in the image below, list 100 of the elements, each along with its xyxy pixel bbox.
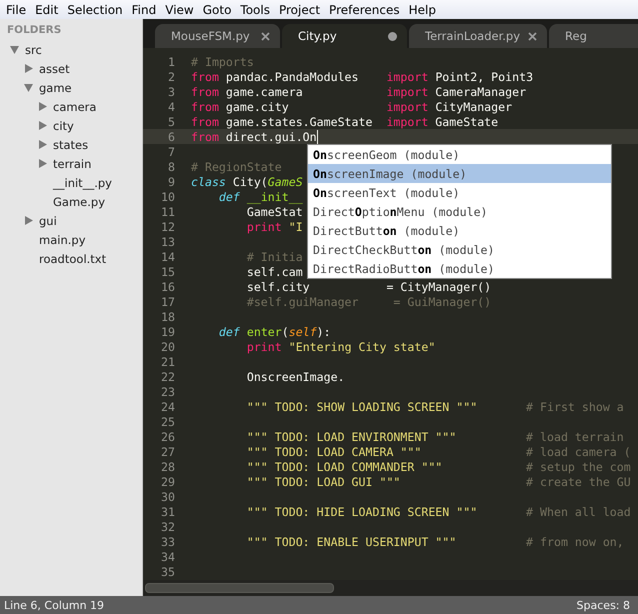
code-text: CameraManager <box>434 84 526 98</box>
autocomplete-item[interactable]: DirectOptionMenu (module) <box>308 202 611 221</box>
code-comment: # setup the com <box>525 460 631 474</box>
line-number: 14 <box>161 250 175 264</box>
text-cursor <box>316 130 318 144</box>
code-string: """ TODO: ENABLE USERINPUT """ <box>246 534 456 548</box>
autocomplete-item[interactable]: OnscreenGeom (module) <box>308 145 611 164</box>
tree-entry[interactable]: roadtool.txt <box>39 252 106 266</box>
line-number: 20 <box>161 340 175 354</box>
code-keyword: import <box>385 70 428 84</box>
code-text: direct.gui.On <box>224 130 317 144</box>
line-number: 30 <box>161 490 175 504</box>
collapsed-triangle-icon[interactable] <box>24 64 33 73</box>
menu-item[interactable]: Goto <box>198 2 236 16</box>
folder-entry[interactable]: camera <box>53 100 96 114</box>
code-comment: # RegionState <box>191 160 282 174</box>
line-number: 13 <box>161 234 175 248</box>
code-keyword: from <box>191 130 219 144</box>
editor-tab[interactable]: Reg <box>549 24 638 48</box>
code-text: GameState <box>434 114 498 128</box>
expanded-triangle-icon[interactable] <box>24 83 33 92</box>
menu-item[interactable]: Find <box>128 2 162 16</box>
code-text: self.city = CityManager() <box>246 280 492 294</box>
folder-entry[interactable]: states <box>53 138 88 152</box>
autocomplete-item[interactable]: OnscreenText (module) <box>308 183 611 202</box>
autocomplete-item[interactable]: DirectRadioButton (module) <box>308 259 611 278</box>
menu-item[interactable]: Tools <box>236 2 275 16</box>
autocomplete-item[interactable]: DirectButton (module) <box>308 221 611 240</box>
code-string: """ TODO: HIDE LOADING SCREEN """ <box>246 504 478 518</box>
tree-entry[interactable]: main.py <box>39 232 86 246</box>
line-number: 26 <box>161 430 175 444</box>
code-text: ( <box>282 324 289 338</box>
menu-item[interactable]: File <box>2 2 32 16</box>
code-keyword: from <box>191 84 219 98</box>
scrollbar-thumb[interactable] <box>145 583 334 593</box>
collapsed-triangle-icon[interactable] <box>38 159 47 168</box>
autocomplete-item[interactable]: DirectCheckButton (module) <box>308 240 611 259</box>
code-keyword: print <box>246 220 282 234</box>
code-string: "Entering City state" <box>288 340 436 354</box>
line-number: 7 <box>168 144 175 158</box>
tree-entry[interactable]: Game.py <box>53 194 105 208</box>
line-number: 1 <box>168 54 175 68</box>
line-number: 24 <box>161 400 175 414</box>
code-comment: # When all load <box>525 504 631 518</box>
code-text: ): <box>316 324 331 338</box>
folder-entry[interactable]: city <box>53 118 74 132</box>
expanded-triangle-icon[interactable] <box>10 45 19 54</box>
folder-entry[interactable]: terrain <box>53 156 92 170</box>
menu-item[interactable]: Project <box>274 2 326 16</box>
code-text: GameStat <box>246 204 303 218</box>
line-number: 33 <box>161 534 175 548</box>
menu-item[interactable]: Help <box>404 2 441 16</box>
line-number: 35 <box>161 564 175 578</box>
collapsed-triangle-icon[interactable] <box>38 102 47 111</box>
code-comment: # Imports <box>191 54 254 68</box>
line-number: 19 <box>161 324 175 338</box>
line-number: 17 <box>161 294 175 308</box>
code-text: game.states.GameState <box>224 114 372 128</box>
line-number: 23 <box>161 384 175 398</box>
folder-entry[interactable]: game <box>39 80 72 94</box>
code-string: """ TODO: LOAD CAMERA """ <box>246 444 422 458</box>
cursor-position: Line 6, Column 19 <box>4 598 104 612</box>
code-keyword: print <box>246 340 282 354</box>
sidebar-header: FOLDERS <box>6 23 62 38</box>
line-number: 11 <box>161 204 175 218</box>
menu-item[interactable]: Selection <box>63 2 128 16</box>
close-icon[interactable] <box>261 32 270 40</box>
editor-tab[interactable]: City.py <box>282 24 407 48</box>
folder-entry[interactable]: gui <box>39 214 57 228</box>
function-name: __init__ <box>246 190 303 204</box>
code-text: OnscreenImage. <box>246 370 345 384</box>
menu-item[interactable]: Preferences <box>325 2 405 16</box>
code-keyword: def <box>218 324 240 338</box>
folder-entry[interactable]: asset <box>39 62 70 76</box>
code-keyword: from <box>191 70 219 84</box>
editor-tab[interactable]: TerrainLoader.py <box>409 24 548 48</box>
code-comment: # create the GU <box>525 474 631 488</box>
line-number: 29 <box>161 474 175 488</box>
collapsed-triangle-icon[interactable] <box>24 216 33 225</box>
line-number: 21 <box>161 354 175 368</box>
tree-entry[interactable]: __init__.py <box>53 176 112 190</box>
indentation-setting[interactable]: Spaces: 8 <box>576 598 630 612</box>
line-number: 18 <box>161 310 175 324</box>
line-number: 32 <box>161 520 175 534</box>
line-number: 6 <box>168 130 175 144</box>
autocomplete-item[interactable]: OnscreenImage (module) <box>308 164 611 183</box>
editor-tab[interactable]: MouseFSM.py <box>155 24 280 48</box>
line-number: 9 <box>168 174 175 188</box>
code-keyword: def <box>218 190 240 204</box>
code-text: game.camera <box>224 84 303 98</box>
menu-item[interactable]: View <box>161 2 199 16</box>
close-icon[interactable] <box>528 32 538 40</box>
code-text: City( <box>232 174 268 188</box>
menu-item[interactable]: Edit <box>31 2 64 16</box>
line-number: 34 <box>161 550 175 564</box>
line-number: 22 <box>161 370 175 384</box>
folder-entry[interactable]: src <box>25 42 42 56</box>
code-keyword: import <box>385 100 428 114</box>
collapsed-triangle-icon[interactable] <box>38 121 47 130</box>
collapsed-triangle-icon[interactable] <box>38 140 47 149</box>
